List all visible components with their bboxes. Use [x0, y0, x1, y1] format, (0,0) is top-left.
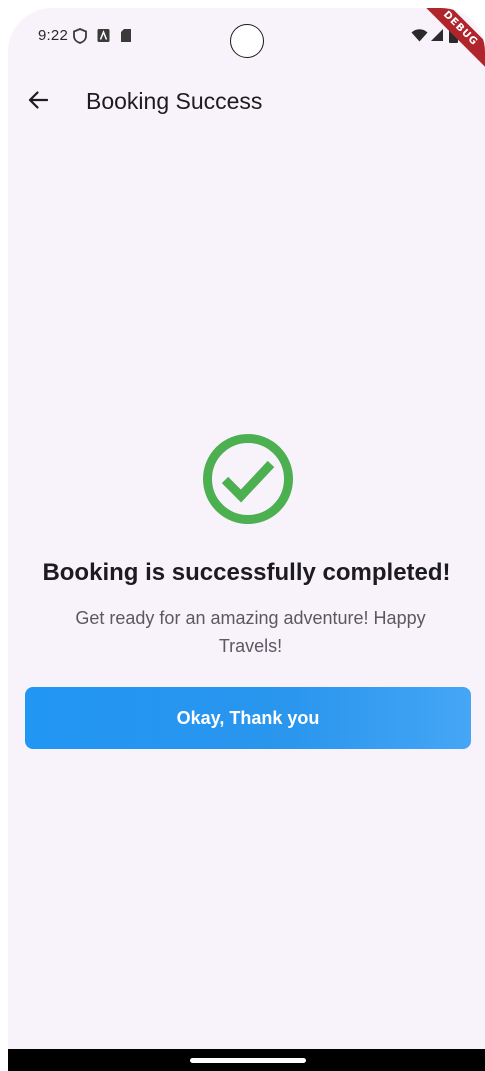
arrow-back-icon — [28, 90, 49, 114]
phone-screen: 9:22 DEBUG Booking Success Booking is su… — [8, 8, 485, 1071]
check-circle-icon — [202, 433, 294, 525]
back-button[interactable] — [22, 86, 54, 118]
camera-cutout — [230, 24, 264, 58]
navigation-bar — [8, 1049, 485, 1071]
shield-icon — [73, 28, 87, 49]
app-bar: Booking Success — [8, 70, 485, 134]
success-message: Get ready for an amazing adventure! Happ… — [75, 608, 426, 656]
a-icon — [97, 28, 110, 48]
okay-thank-you-button[interactable]: Okay, Thank you — [25, 687, 471, 749]
status-bar: 9:22 DEBUG — [8, 8, 485, 75]
wifi-icon — [411, 29, 428, 47]
status-time: 9:22 — [38, 27, 68, 44]
home-indicator[interactable] — [190, 1058, 306, 1063]
success-headline: Booking is successfully completed! — [42, 559, 451, 586]
sd-card-icon — [120, 28, 132, 48]
signal-icon — [430, 28, 444, 47]
page-title: Booking Success — [86, 88, 263, 114]
